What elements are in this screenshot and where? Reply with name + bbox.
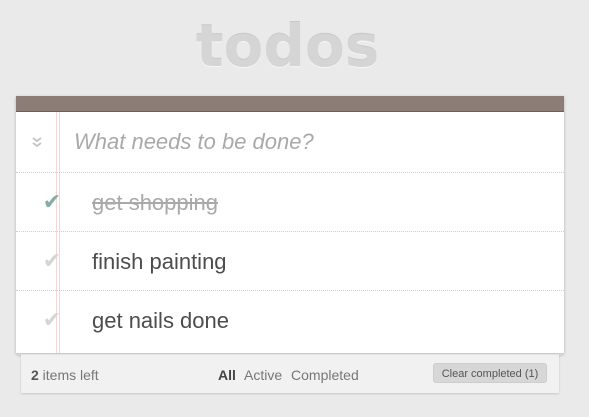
app-title: todos [195,12,380,80]
filters: All Active Completed [218,367,364,383]
card-header-bar [16,96,564,112]
todo-item[interactable]: ✔ get nails done [16,291,564,349]
filter-all[interactable]: All [218,367,236,383]
filter-active[interactable]: Active [244,367,282,383]
new-todo-input[interactable] [74,122,544,162]
todo-label[interactable]: get shopping [92,190,218,216]
checkmark-icon[interactable]: ✔ [40,190,64,214]
checkmark-icon[interactable]: ✔ [40,249,64,273]
todo-count: 2 items left [31,367,99,383]
new-todo-row [16,112,564,173]
todo-card: ✔ get shopping ✔ finish painting ✔ get n… [16,96,564,353]
clear-completed-button[interactable]: Clear completed (1) [433,363,547,383]
todo-count-suffix: items left [38,367,99,383]
todo-item[interactable]: ✔ get shopping [16,173,564,232]
filter-completed[interactable]: Completed [291,367,359,383]
double-chevron-down-icon[interactable] [29,134,45,150]
todo-label[interactable]: finish painting [92,249,227,275]
todo-count-number: 2 [31,367,39,383]
todo-label[interactable]: get nails done [92,308,229,334]
checkmark-icon[interactable]: ✔ [40,308,64,332]
footer: 2 items left All Active Completed Clear … [21,354,559,393]
todo-item[interactable]: ✔ finish painting [16,232,564,291]
